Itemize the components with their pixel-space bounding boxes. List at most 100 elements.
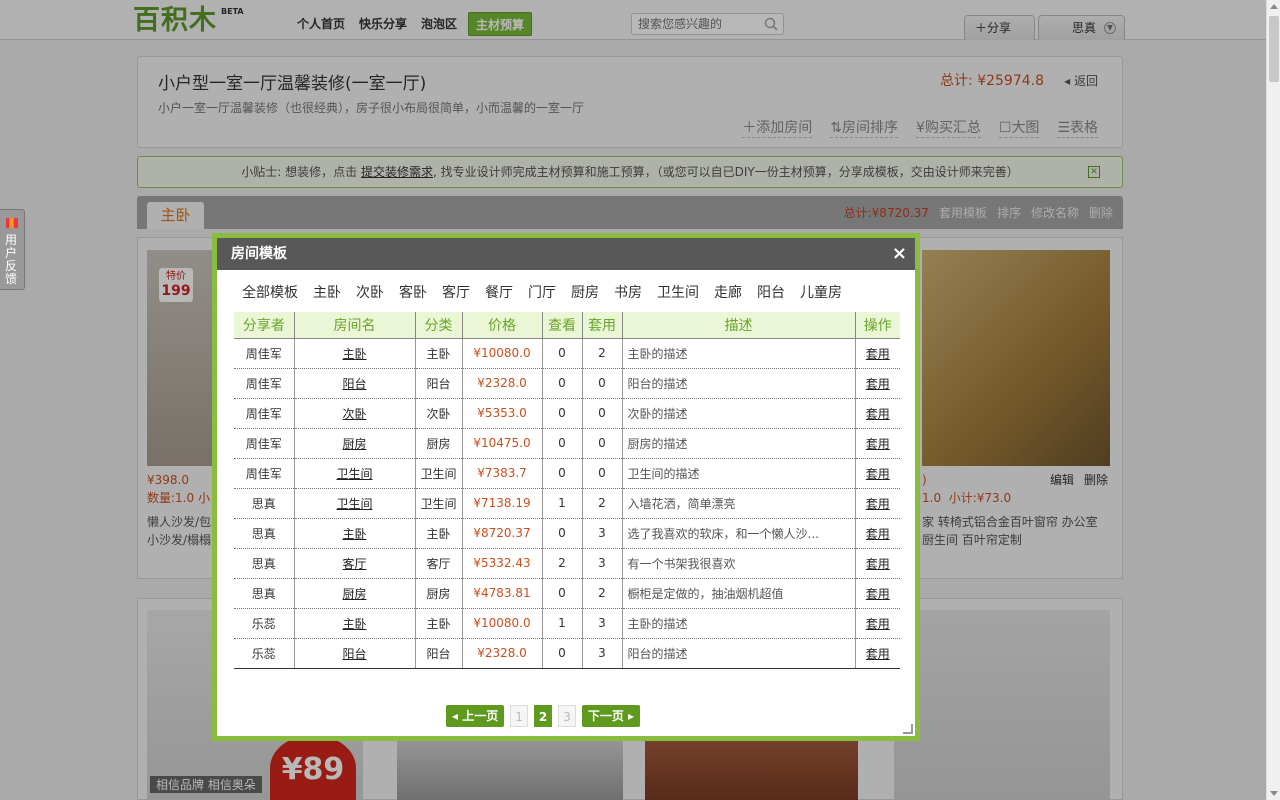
table-cell: 3: [581, 548, 622, 579]
table-cell: 周佳军: [234, 368, 294, 399]
cell-room-name-link[interactable]: 阳台: [342, 377, 366, 391]
table-cell: 思真: [234, 548, 294, 579]
prev-page-button[interactable]: ◂ 上一页: [446, 705, 505, 727]
cell-sharer: 思真: [251, 586, 276, 601]
apply-template-button[interactable]: 套用: [866, 647, 890, 661]
table-row: 思真 主卧 主卧 ¥8720.37 0 3 选了我喜欢的软床，和一个懒人沙... 套用: [234, 518, 900, 549]
cell-views: 0: [558, 646, 566, 660]
cell-room-name-link[interactable]: 主卧: [342, 617, 366, 631]
cell-category: 次卧: [426, 406, 451, 421]
table-cell: 套用: [854, 638, 900, 669]
cell-category: 主卧: [426, 526, 451, 541]
table-cell: 阳台的描述: [621, 368, 855, 399]
table-cell: 主卧: [293, 338, 415, 369]
cell-room-name-link[interactable]: 次卧: [342, 407, 366, 421]
resize-handle[interactable]: [903, 724, 913, 734]
cell-price: ¥10080.0: [473, 616, 531, 630]
column-header[interactable]: 房间名: [293, 312, 415, 339]
table-cell: 厨房的描述: [621, 428, 855, 459]
cell-description: 卫生间的描述: [627, 466, 700, 481]
apply-template-button[interactable]: 套用: [866, 377, 890, 391]
apply-template-button[interactable]: 套用: [866, 437, 890, 451]
column-header[interactable]: 套用: [581, 312, 622, 339]
table-cell: ¥10080.0: [461, 338, 542, 369]
table-cell: 3: [581, 518, 622, 549]
close-icon[interactable]: ×: [892, 238, 907, 270]
table-cell: 卫生间: [293, 488, 415, 519]
table-cell: 2: [541, 548, 582, 579]
table-cell: 0: [541, 338, 582, 369]
table-cell: 主卧的描述: [621, 338, 855, 369]
table-cell: 3: [581, 608, 622, 639]
scroll-down-arrow-icon[interactable]: [1270, 791, 1278, 796]
next-page-button[interactable]: 下一页 ▸: [581, 705, 641, 727]
cell-room-name-link[interactable]: 厨房: [342, 437, 366, 451]
apply-template-button[interactable]: 套用: [866, 527, 890, 541]
column-header[interactable]: 查看: [541, 312, 582, 339]
page-number[interactable]: 1: [510, 705, 528, 727]
cell-uses: 0: [598, 466, 606, 480]
table-cell: 厨房: [414, 428, 462, 459]
table-row: 乐蕊 主卧 主卧 ¥10080.0 1 3 主卧的描述 套用: [234, 608, 900, 639]
scroll-thumb[interactable]: [1269, 16, 1279, 82]
cell-room-name-link[interactable]: 主卧: [342, 347, 366, 361]
apply-template-button[interactable]: 套用: [866, 467, 890, 481]
page-number-current[interactable]: 2: [533, 705, 553, 727]
table-cell: 0: [541, 458, 582, 489]
table-row: 周佳军 阳台 阳台 ¥2328.0 0 0 阳台的描述 套用: [234, 368, 900, 399]
apply-template-button[interactable]: 套用: [866, 587, 890, 601]
table-header-row: 分享者 房间名 分类 价格 查看 套用 描述 操作: [234, 312, 900, 339]
cell-sharer: 周佳军: [245, 466, 282, 481]
cell-price: ¥2328.0: [477, 646, 527, 660]
column-header[interactable]: 价格: [461, 312, 542, 339]
cell-price: ¥2328.0: [477, 376, 527, 390]
cell-description: 选了我喜欢的软床，和一个懒人沙...: [627, 526, 819, 541]
apply-template-button[interactable]: 套用: [866, 617, 890, 631]
cell-room-name-link[interactable]: 阳台: [342, 647, 366, 661]
cell-category: 阳台: [426, 646, 451, 661]
feedback-tab[interactable]: 用户反馈: [0, 209, 25, 290]
cell-room-name-link[interactable]: 客厅: [342, 557, 366, 571]
table-cell: 主卧: [293, 518, 415, 549]
table-cell: 次卧: [414, 398, 462, 429]
cell-uses: 0: [598, 406, 606, 420]
column-header[interactable]: 分类: [414, 312, 462, 339]
cell-views: 0: [558, 466, 566, 480]
table-cell: 1: [541, 608, 582, 639]
cell-views: 0: [558, 406, 566, 420]
page-number[interactable]: 3: [558, 705, 576, 727]
table-cell: 0: [581, 368, 622, 399]
apply-template-button[interactable]: 套用: [866, 347, 890, 361]
cell-uses: 2: [598, 346, 606, 360]
table-cell: ¥2328.0: [461, 638, 542, 669]
cell-views: 0: [558, 346, 566, 360]
table-cell: 卫生间: [414, 458, 462, 489]
cell-room-name-link[interactable]: 卫生间: [336, 497, 372, 511]
table-cell: 套用: [854, 368, 900, 399]
table-cell: ¥7138.19: [461, 488, 542, 519]
cell-room-name-link[interactable]: 厨房: [342, 587, 366, 601]
table-cell: 厨房: [293, 428, 415, 459]
table-cell: 0: [581, 458, 622, 489]
table-row: 思真 厨房 厨房 ¥4783.81 0 2 橱柜是定做的，抽油烟机超值 套用: [234, 578, 900, 609]
feedback-label: 用户反馈: [5, 233, 18, 286]
column-header[interactable]: 分享者: [234, 312, 294, 339]
table-row: 思真 客厅 客厅 ¥5332.43 2 3 有一个书架我很喜欢 套用: [234, 548, 900, 579]
cell-category: 主卧: [426, 346, 451, 361]
cell-category: 厨房: [426, 586, 451, 601]
cell-room-name-link[interactable]: 主卧: [342, 527, 366, 541]
scroll-up-arrow-icon[interactable]: [1270, 4, 1278, 9]
apply-template-button[interactable]: 套用: [866, 407, 890, 421]
table-cell: ¥10475.0: [461, 428, 542, 459]
table-cell: 厨房: [414, 578, 462, 609]
table-cell: 选了我喜欢的软床，和一个懒人沙...: [621, 518, 855, 549]
page-scrollbar[interactable]: [1266, 0, 1280, 800]
apply-template-button[interactable]: 套用: [866, 497, 890, 511]
cell-price: ¥8720.37: [473, 526, 531, 540]
cell-room-name-link[interactable]: 卫生间: [336, 467, 372, 481]
apply-template-button[interactable]: 套用: [866, 557, 890, 571]
cell-sharer: 乐蕊: [251, 616, 276, 631]
cell-price: ¥5353.0: [477, 406, 527, 420]
table-cell: 乐蕊: [234, 638, 294, 669]
table-cell: ¥4783.81: [461, 578, 542, 609]
